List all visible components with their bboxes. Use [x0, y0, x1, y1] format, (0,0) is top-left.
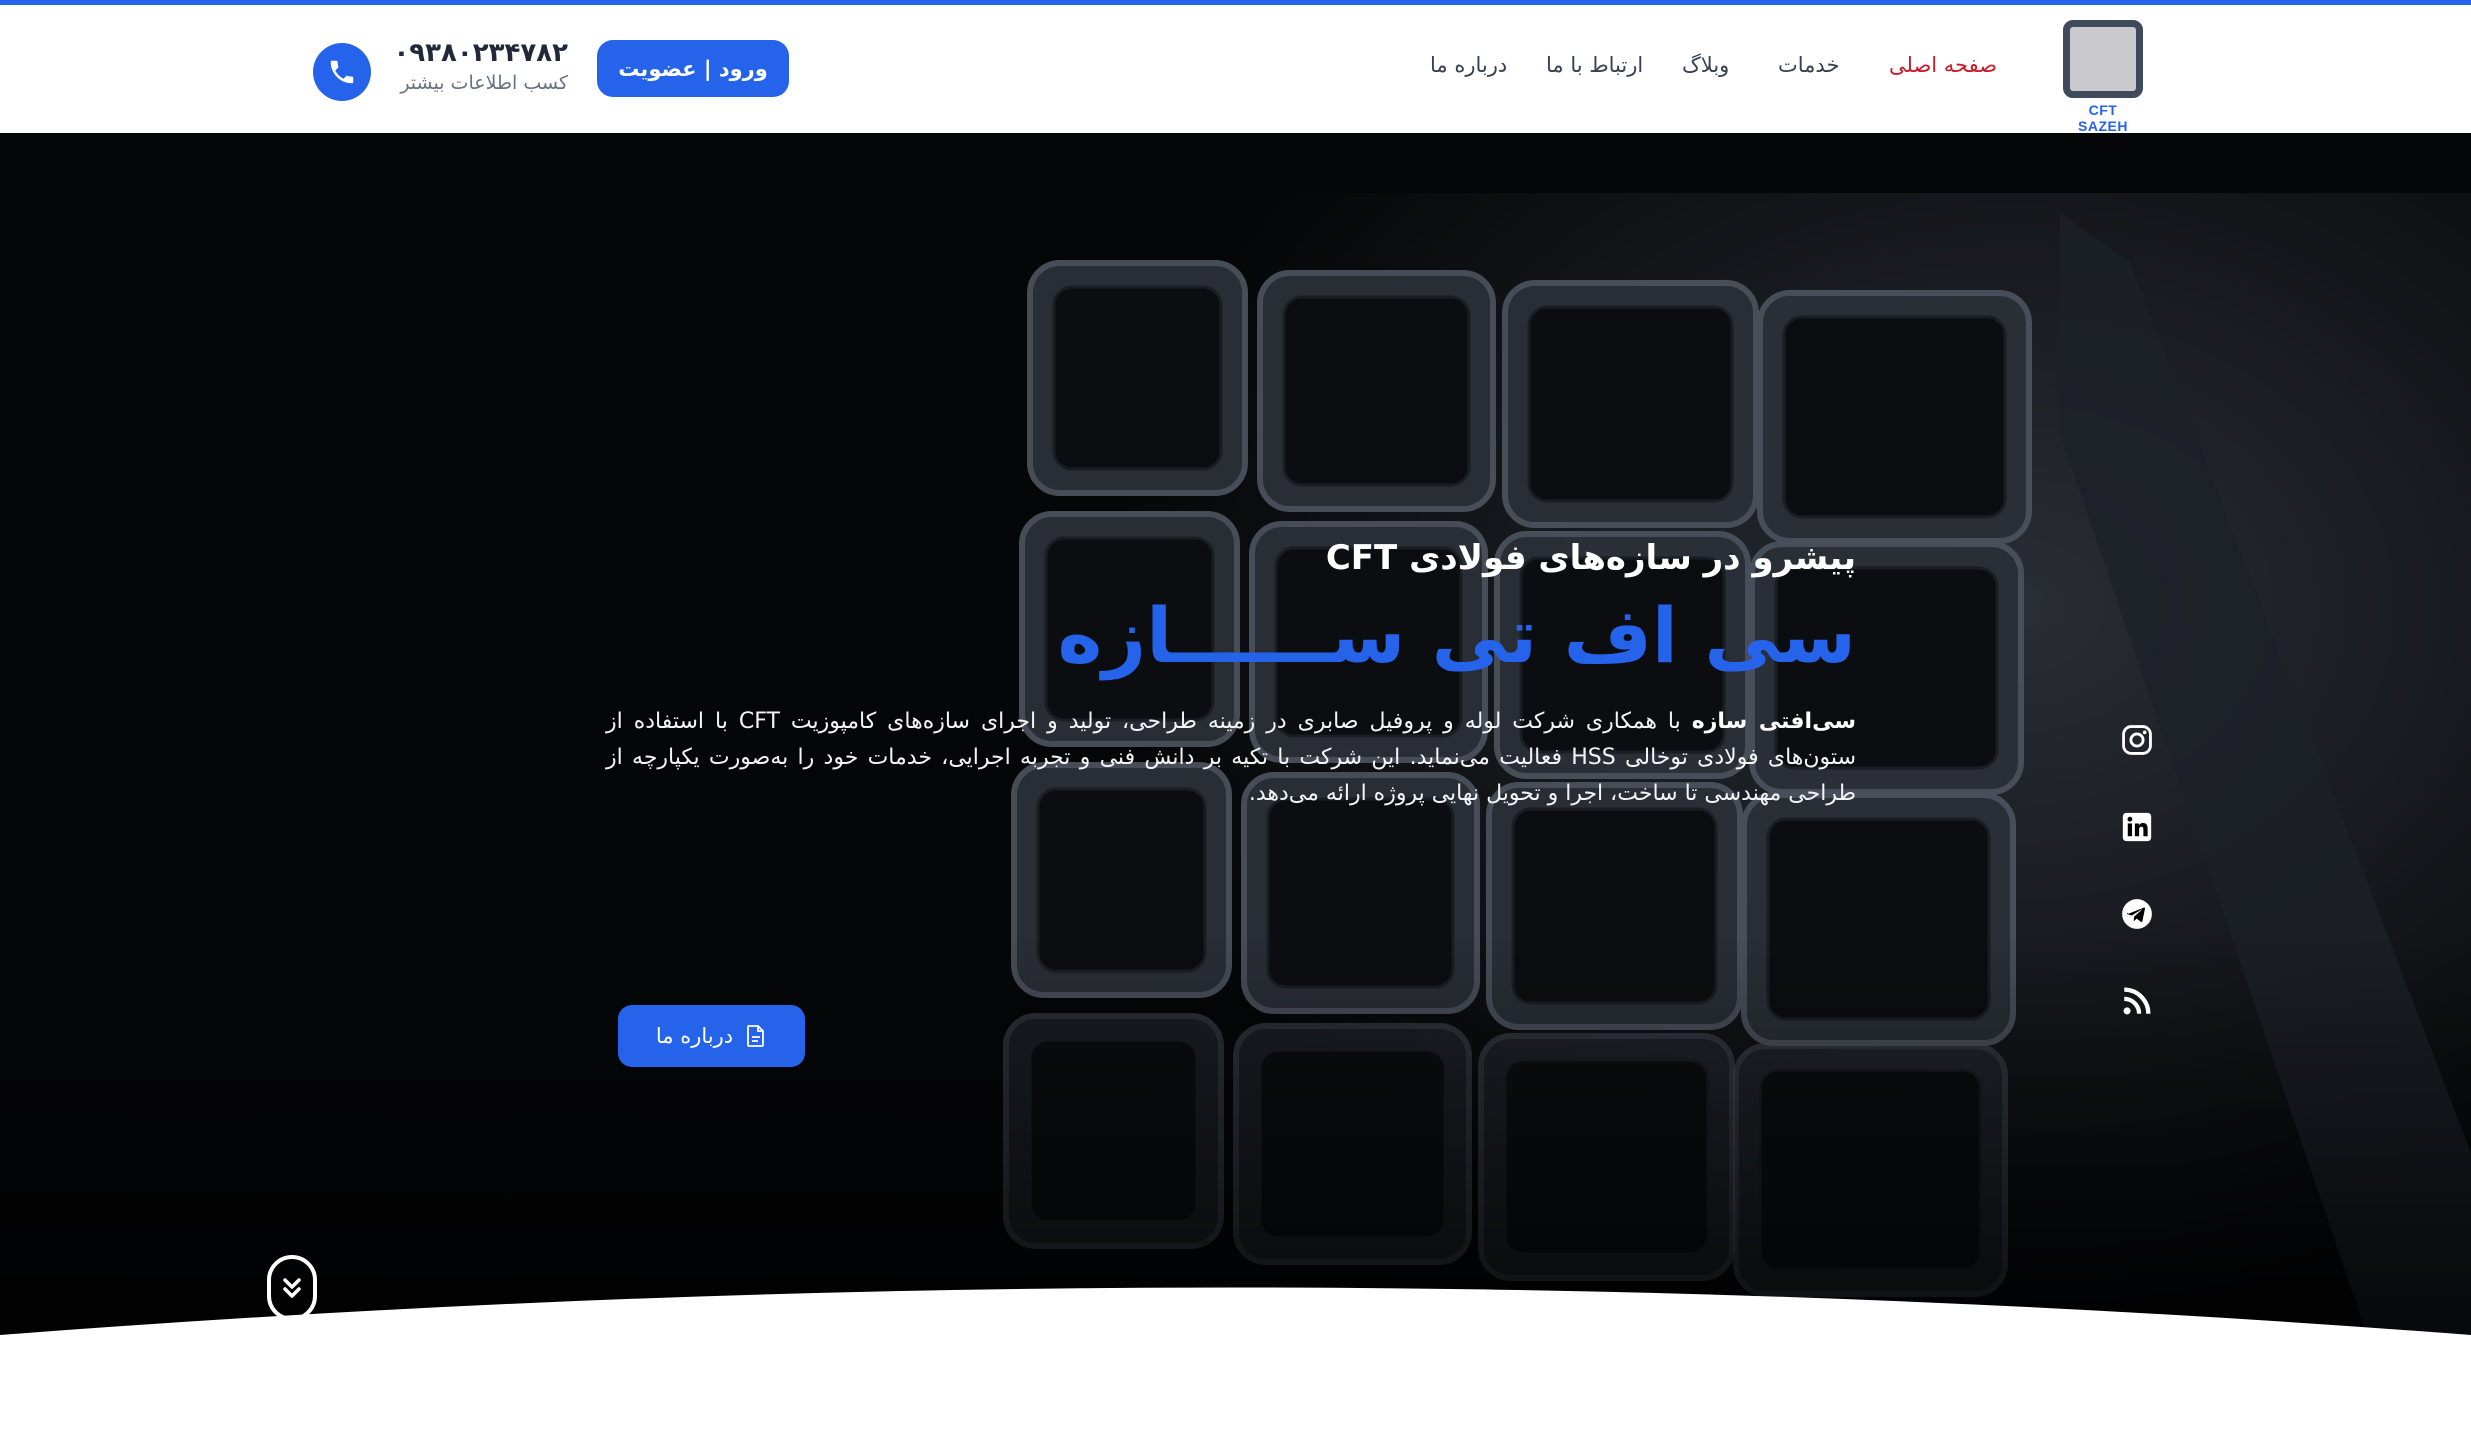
nav-contact[interactable]: ارتباط با ما — [1546, 53, 1643, 77]
telegram-icon[interactable] — [2120, 897, 2154, 931]
phone-icon[interactable] — [313, 43, 371, 101]
rss-icon[interactable] — [2120, 984, 2154, 1018]
hero-section: پیشرو در سازه‌های فولادی CFT سی اف تی سـ… — [0, 133, 2471, 1373]
hero-title: سی اف تی ســــــازه — [1057, 591, 1856, 680]
login-register-button[interactable]: ورود | عضویت — [597, 40, 789, 97]
linkedin-icon[interactable] — [2120, 810, 2154, 844]
nav-home[interactable]: صفحه اصلی — [1889, 53, 1997, 77]
hero-description-bold: سی‌افتی سازه — [1691, 708, 1856, 734]
hero-text-block: پیشرو در سازه‌های فولادی CFT سی اف تی سـ… — [606, 538, 1856, 812]
nav-blog[interactable]: وبلاگ — [1682, 53, 1729, 77]
phone-number[interactable]: ۰۹۳۸۰۲۳۴۷۸۲ — [393, 38, 568, 68]
logo-mark — [2063, 20, 2143, 98]
phone-subtext: کسب اطلاعات بیشتر — [400, 72, 568, 94]
logo-text: CFT SAZEH — [2078, 102, 2128, 134]
hero-subtitle: پیشرو در سازه‌های فولادی CFT — [1325, 538, 1856, 578]
hero-bottom-curve — [0, 1287, 2471, 1456]
nav-about[interactable]: درباره ما — [1430, 53, 1507, 77]
hero-description: سی‌افتی سازه با همکاری شرکت لوله و پروفی… — [606, 704, 1856, 812]
nav-services[interactable]: خدمات — [1778, 53, 1839, 77]
instagram-icon[interactable] — [2120, 723, 2154, 757]
phone-contact: ۰۹۳۸۰۲۳۴۷۸۲ کسب اطلاعات بیشتر — [393, 38, 568, 94]
about-us-button-label: درباره ما — [655, 1024, 734, 1048]
hero-description-text: با همکاری شرکت لوله و پروفیل صابری در زم… — [606, 708, 1856, 806]
social-links — [2120, 723, 2154, 1071]
site-header: CFT SAZEH صفحه اصلی خدمات وبلاگ ارتباط ب… — [0, 5, 2471, 134]
about-us-button[interactable]: درباره ما — [618, 1005, 805, 1067]
site-logo[interactable]: CFT SAZEH — [2063, 20, 2143, 134]
document-icon — [747, 1025, 765, 1047]
